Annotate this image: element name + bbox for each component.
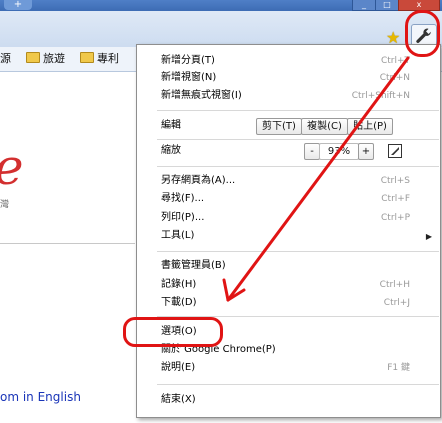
annotation-arrow [222,56,410,302]
